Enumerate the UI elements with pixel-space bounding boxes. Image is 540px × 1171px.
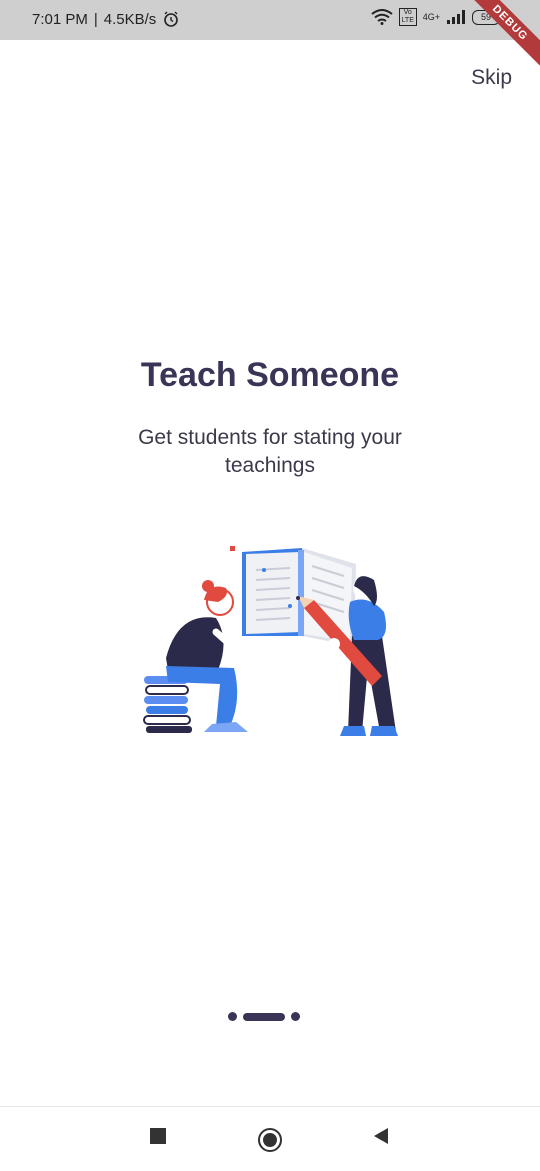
signal-icon xyxy=(447,10,465,24)
circle-icon[interactable] xyxy=(257,1127,283,1153)
page-dot-1[interactable] xyxy=(228,1012,237,1021)
volte-badge: Vo LTE xyxy=(398,8,417,26)
square-icon[interactable] xyxy=(149,1127,167,1145)
alarm-icon xyxy=(164,11,179,27)
status-time: 7:01 PM xyxy=(32,10,88,28)
network-type: 4G+ xyxy=(422,12,440,22)
status-divider: | xyxy=(93,10,98,28)
teaching-illustration xyxy=(143,546,398,736)
triangle-back-icon[interactable] xyxy=(372,1127,390,1145)
status-bar: 7:01 PM | 4.5KB/s Vo LTE 4G+ 59 DEBUG xyxy=(0,0,540,72)
wifi-icon xyxy=(371,9,393,25)
skip-button[interactable]: Skip xyxy=(471,66,512,90)
page-dot-2-active[interactable] xyxy=(243,1012,285,1021)
system-nav-bar xyxy=(0,1106,540,1171)
status-left: 7:01 PM | 4.5KB/s xyxy=(32,10,180,28)
status-net-speed: 4.5KB/s xyxy=(103,10,157,28)
page-indicator xyxy=(228,1012,300,1021)
page-title: Teach Someone xyxy=(140,356,400,394)
page-subtitle: Get students for stating your teachings xyxy=(138,426,402,477)
status-right: Vo LTE 4G+ 59 xyxy=(371,8,500,26)
page-dot-3[interactable] xyxy=(291,1012,300,1021)
book-stack xyxy=(143,676,192,733)
